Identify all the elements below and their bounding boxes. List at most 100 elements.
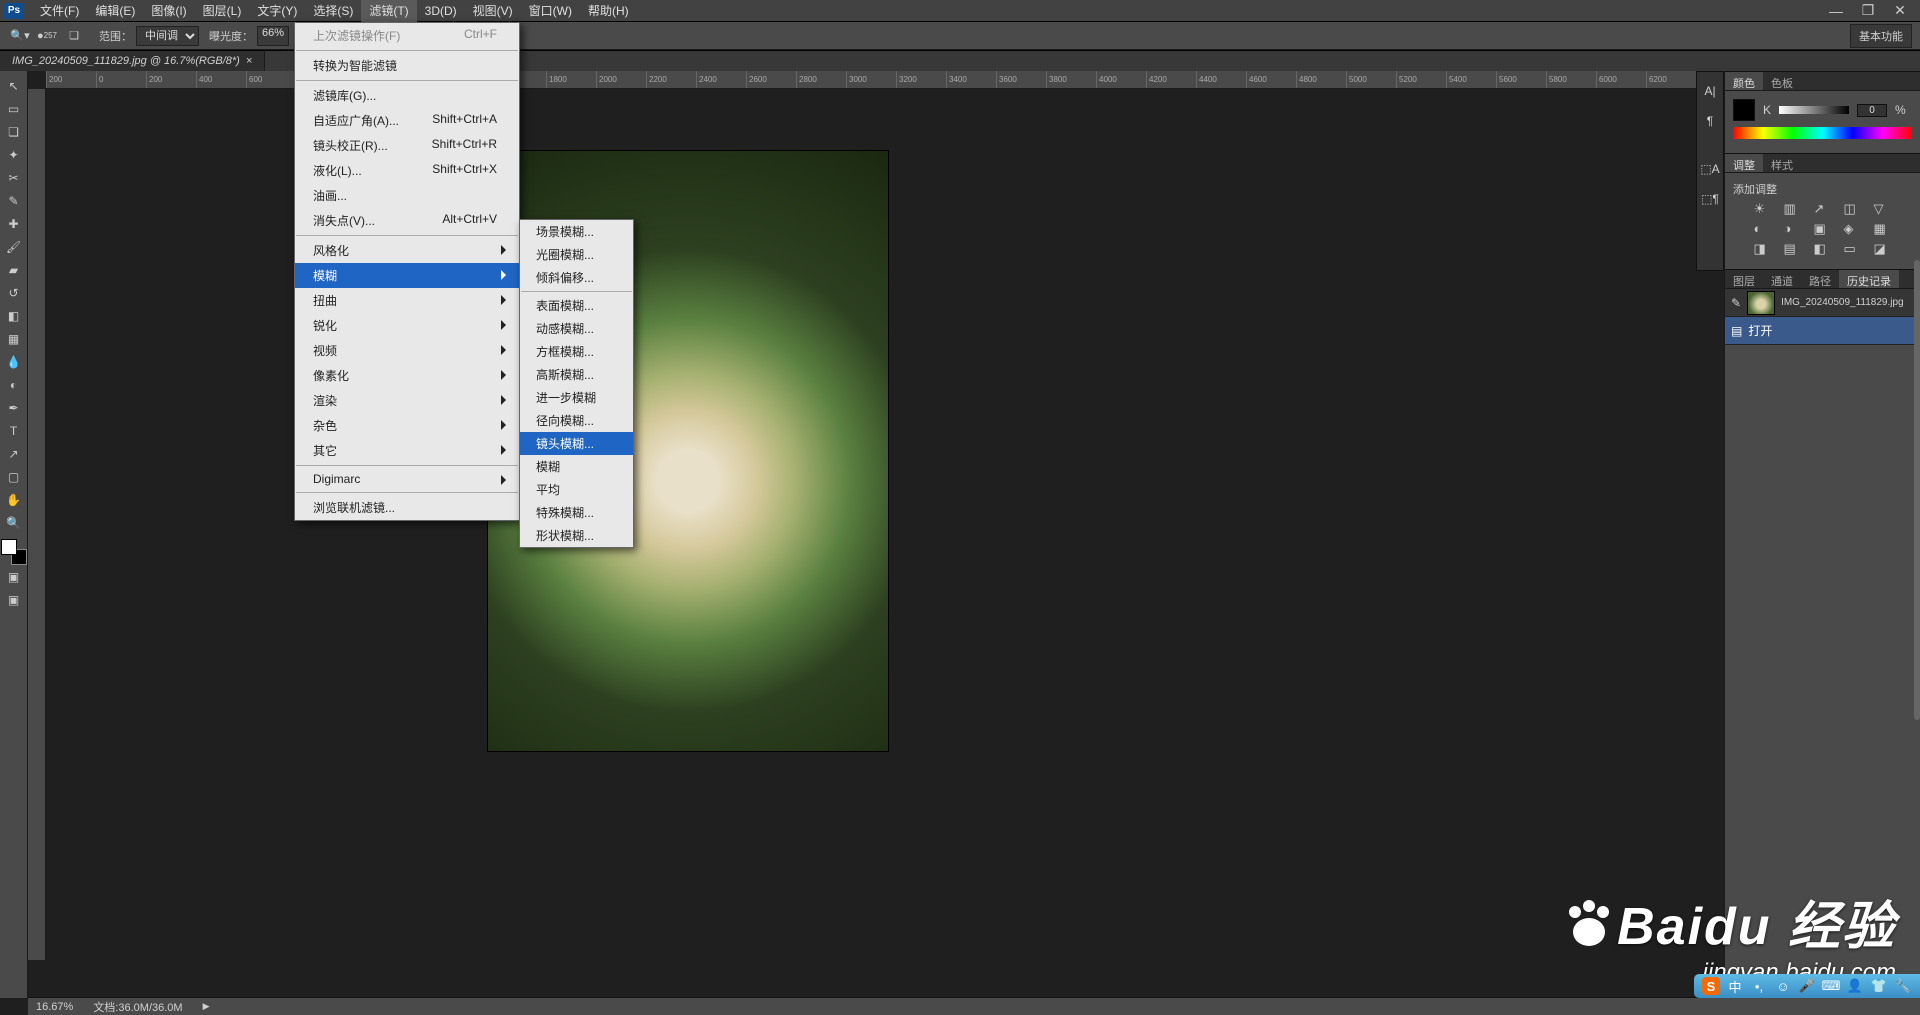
brightness-icon[interactable]: ☀ [1754,201,1772,217]
blur-submenu-item[interactable]: 高斯模糊... [520,363,633,386]
workspace-switcher[interactable]: 基本功能 [1850,24,1912,48]
blur-submenu-item[interactable]: 表面模糊... [520,294,633,317]
tab-adjustments[interactable]: 调整 [1725,154,1763,172]
crop-tool[interactable]: ✂ [2,167,26,189]
filter-menu-item[interactable]: 液化(L)...Shift+Ctrl+X [295,158,519,183]
blur-submenu-item[interactable]: 径向模糊... [520,409,633,432]
menu-item-8[interactable]: 视图(V) [465,0,521,22]
blur-submenu-item[interactable]: 方框模糊... [520,340,633,363]
blur-submenu-item[interactable]: 平均 [520,478,633,501]
foreground-color[interactable] [1,539,17,555]
filter-menu-item[interactable]: 锐化 [295,313,519,338]
tab-swatches[interactable]: 色板 [1763,72,1801,90]
filter-menu-item[interactable]: 自适应广角(A)...Shift+Ctrl+A [295,108,519,133]
eyedropper-tool[interactable]: ✎ [2,190,26,212]
blur-submenu-item[interactable]: 特殊模糊... [520,501,633,524]
filter-menu-item[interactable]: 浏览联机滤镜... [295,495,519,520]
filter-menu-item[interactable]: 油画... [295,183,519,208]
levels-icon[interactable]: ▥ [1784,201,1802,217]
minimize-button[interactable]: — [1820,3,1852,19]
parastyle-panel-icon[interactable]: ⬚¶ [1701,192,1719,206]
ime-skin-icon[interactable]: 👕 [1870,977,1888,995]
charstyle-panel-icon[interactable]: ⬚A [1700,162,1719,176]
blur-submenu-item[interactable]: 场景模糊... [520,220,633,243]
filter-menu-item[interactable]: 滤镜库(G)... [295,83,519,108]
para-panel-icon[interactable]: ¶ [1707,114,1713,128]
screenmode-tool[interactable]: ▣ [2,589,26,611]
menu-item-3[interactable]: 图层(L) [195,0,250,22]
menu-item-6[interactable]: 滤镜(T) [361,0,416,22]
tab-channels[interactable]: 通道 [1763,270,1801,288]
exposure-value[interactable]: 66% [257,26,289,46]
char-panel-icon[interactable]: A| [1704,84,1715,98]
selcolor-icon[interactable]: ◪ [1874,241,1892,257]
filter-menu-item[interactable]: Digimarc [295,468,519,490]
filter-menu-item[interactable]: 扭曲 [295,288,519,313]
blur-submenu-item[interactable]: 镜头模糊... [520,432,633,455]
blur-submenu-item[interactable]: 动感模糊... [520,317,633,340]
blur-submenu-item[interactable]: 模糊 [520,455,633,478]
threshold-icon[interactable]: ◧ [1814,241,1832,257]
bw-icon[interactable]: ◑ [1784,221,1802,237]
hue-strip[interactable] [1733,127,1912,139]
dodge-tool[interactable]: ◐ [2,374,26,396]
filter-menu-item[interactable]: 消失点(V)...Alt+Ctrl+V [295,208,519,233]
filter-menu-item[interactable]: 上次滤镜操作(F)Ctrl+F [295,23,519,48]
tab-styles[interactable]: 样式 [1763,154,1801,172]
document-tab-close-icon[interactable]: × [246,55,252,67]
shape-tool[interactable]: ▢ [2,466,26,488]
doc-info[interactable]: 文档:36.0M/36.0M [93,999,182,1015]
eraser-tool[interactable]: ◧ [2,305,26,327]
filter-menu-item[interactable]: 其它 [295,438,519,463]
hue-icon[interactable]: ◐ [1754,221,1772,237]
stamp-tool[interactable]: ▰ [2,259,26,281]
pen-tool[interactable]: ✒ [2,397,26,419]
colorlookup-icon[interactable]: ▦ [1874,221,1892,237]
lasso-tool[interactable]: ❏ [2,121,26,143]
path-select-tool[interactable]: ↗ [2,443,26,465]
ime-lang[interactable]: 中 [1726,977,1744,995]
color-swatch[interactable] [1,539,27,565]
ime-person-icon[interactable]: 👤 [1846,977,1864,995]
curves-icon[interactable]: ↗ [1814,201,1832,217]
vibrance-icon[interactable]: ▽ [1874,201,1892,217]
hand-tool[interactable]: ✋ [2,489,26,511]
exposure-icon[interactable]: ◫ [1844,201,1862,217]
tab-layers[interactable]: 图层 [1725,270,1763,288]
tab-history[interactable]: 历史记录 [1839,270,1899,288]
brush-icon[interactable]: ●257 [35,25,59,47]
quickmask-tool[interactable]: ▣ [2,566,26,588]
magic-wand-tool[interactable]: ✦ [2,144,26,166]
marquee-tool[interactable]: ▭ [2,98,26,120]
gradientmap-icon[interactable]: ▭ [1844,241,1862,257]
posterize-icon[interactable]: ▤ [1784,241,1802,257]
history-row-source[interactable]: ✎ IMG_20240509_111829.jpg [1725,289,1920,317]
ime-mic-icon[interactable]: 🎤 [1798,977,1816,995]
photofilter-icon[interactable]: ▣ [1814,221,1832,237]
ime-emoji-icon[interactable]: ☺ [1774,977,1792,995]
blur-tool[interactable]: 💧 [2,351,26,373]
type-tool[interactable]: T [2,420,26,442]
history-row-open[interactable]: ▤ 打开 [1725,317,1920,345]
ime-logo[interactable]: S [1702,977,1720,995]
menu-item-7[interactable]: 3D(D) [417,0,465,22]
brush-tool[interactable]: 🖌 [2,236,26,258]
history-brush-tool[interactable]: ↺ [2,282,26,304]
blur-submenu-item[interactable]: 光圈模糊... [520,243,633,266]
menu-item-10[interactable]: 帮助(H) [580,0,637,22]
ime-tool-icon[interactable]: 🔧 [1894,977,1912,995]
k-value[interactable] [1857,104,1887,117]
document-tab[interactable]: IMG_20240509_111829.jpg @ 16.7%(RGB/8*) … [0,51,265,71]
zoom-tool[interactable]: 🔍 [2,512,26,534]
history-brush-source-icon[interactable]: ✎ [1731,296,1741,310]
filter-menu-item[interactable]: 渲染 [295,388,519,413]
ime-keyboard-icon[interactable]: ⌨ [1822,977,1840,995]
filter-menu-item[interactable]: 模糊 [295,263,519,288]
k-slider[interactable] [1779,106,1849,114]
tab-color[interactable]: 颜色 [1725,72,1763,90]
menu-item-1[interactable]: 编辑(E) [87,0,143,22]
filter-menu-item[interactable]: 风格化 [295,238,519,263]
filter-menu-item[interactable]: 转换为智能滤镜 [295,53,519,78]
menu-item-9[interactable]: 窗口(W) [521,0,580,22]
filter-menu-item[interactable]: 杂色 [295,413,519,438]
